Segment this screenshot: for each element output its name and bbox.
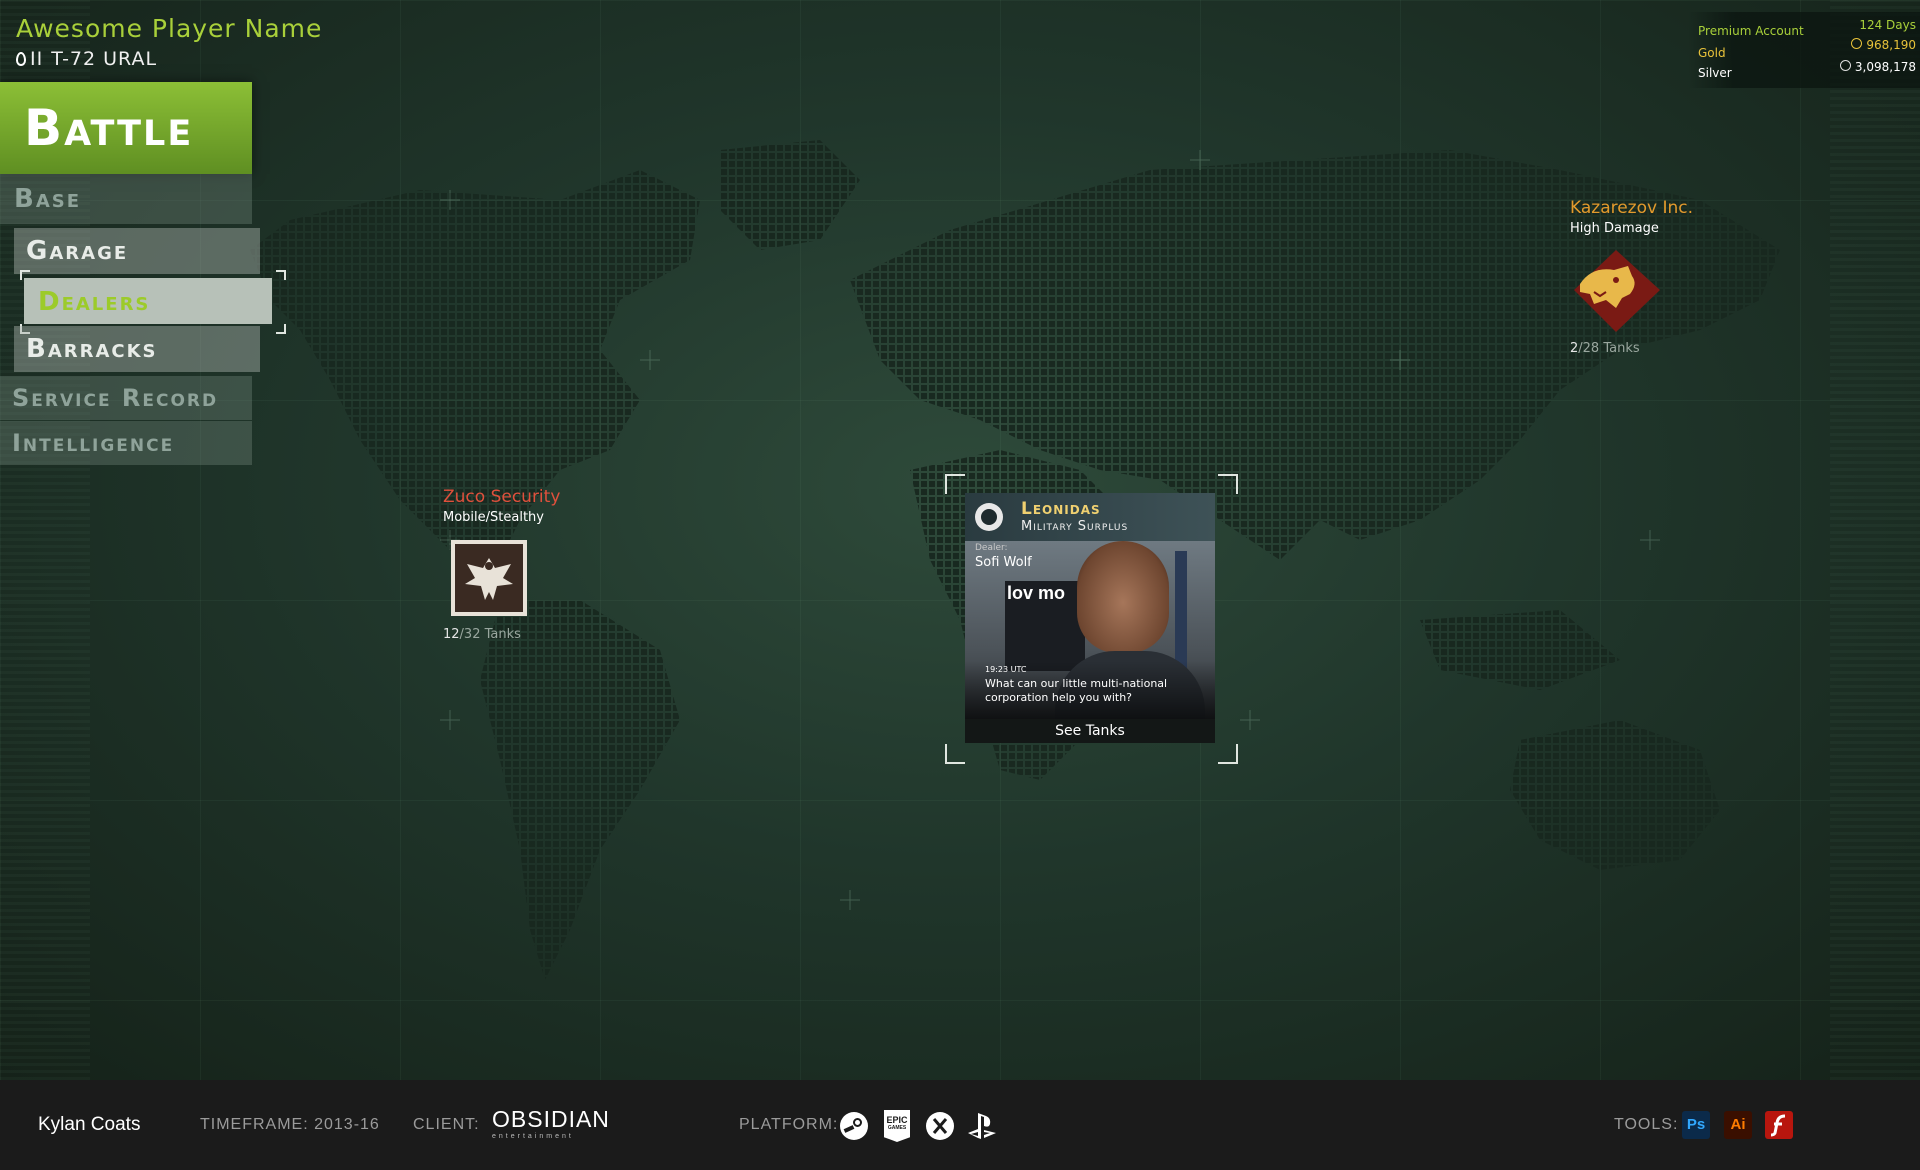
continent-australia — [1510, 720, 1720, 870]
dealer-portrait: lov mo Dealer: Sofi Wolf 19:23 UTC What … — [965, 541, 1215, 723]
portfolio-footer: Kylan Coats TIMEFRAME: 2013-16 CLIENT: O… — [0, 1080, 1920, 1170]
garage-button[interactable]: Garage — [14, 228, 260, 274]
tank-name: T-72 URAL — [51, 48, 158, 70]
focus-bracket — [945, 744, 965, 764]
client-logo: OBSIDIAN entertainment — [492, 1106, 610, 1140]
gold-amount: 968,190 — [1866, 38, 1916, 52]
bear-emblem-icon[interactable] — [1572, 248, 1662, 334]
silver-coin-icon — [1839, 60, 1851, 71]
gold-value: 968,190 — [1851, 38, 1916, 52]
battle-button[interactable]: Battle — [0, 82, 252, 174]
epic-games-icon: EPIC GAMES — [884, 1110, 910, 1142]
client-logo-subtext: entertainment — [492, 1133, 574, 1140]
timeframe: TIMEFRAME: 2013-16 — [200, 1116, 380, 1133]
gold-coin-icon — [1851, 38, 1863, 49]
player-name: Awesome Player Name — [16, 14, 323, 43]
client-label: CLIENT: — [413, 1116, 480, 1133]
xbox-icon — [926, 1112, 954, 1140]
game-screen: Awesome Player Name II T-72 URAL Battle … — [0, 0, 1920, 1080]
focus-bracket — [1218, 744, 1238, 764]
platform-label: PLATFORM: — [739, 1116, 839, 1133]
dealers-button[interactable]: Dealers — [24, 278, 272, 324]
continent-greenland — [720, 140, 860, 250]
eagle-emblem-icon[interactable] — [451, 540, 527, 616]
dealer-tank-count: 2/28 Tanks — [1570, 341, 1640, 356]
see-tanks-button[interactable]: See Tanks — [965, 719, 1215, 743]
dealer-company-subtitle: Military Surplus — [1021, 519, 1129, 534]
author-name: Kylan Coats — [38, 1114, 141, 1135]
dealer-specialty: High Damage — [1570, 221, 1659, 236]
dealer-name: Zuco Security — [443, 487, 561, 507]
service-record-button[interactable]: Service Record — [0, 376, 252, 420]
premium-label: Premium Account — [1698, 24, 1804, 38]
steam-icon — [840, 1112, 868, 1140]
silver-amount: 3,098,178 — [1854, 60, 1916, 74]
dealer-face — [1077, 541, 1169, 653]
illustrator-icon: Ai — [1724, 1111, 1752, 1139]
base-button[interactable]: Base — [0, 174, 252, 224]
dealer-tank-count: 12/32 Tanks — [443, 627, 521, 642]
epic-games-text: EPIC — [886, 1115, 908, 1125]
world-map — [250, 140, 1780, 980]
building-sign: lov mo — [1005, 581, 1085, 671]
dealer-company-name: Leonidas — [1021, 499, 1101, 519]
silver-value: 3,098,178 — [1839, 60, 1916, 74]
photoshop-icon: Ps — [1682, 1111, 1710, 1139]
selection-bracket — [276, 324, 286, 334]
tank-tier-icon — [16, 52, 26, 66]
account-panel: Premium Account 124 Days Gold 968,190 Si… — [1688, 12, 1920, 88]
message-time: 19:23 UTC — [985, 665, 1027, 674]
premium-value: 124 Days — [1859, 18, 1916, 32]
building-sign-text: lov mo — [1007, 583, 1066, 603]
client-logo-text: OBSIDIAN — [492, 1106, 610, 1132]
tank-tier: II — [30, 48, 44, 70]
focus-bracket — [945, 474, 965, 494]
barracks-button[interactable]: Barracks — [14, 326, 260, 372]
dealer-message: What can our little multi-national corpo… — [985, 677, 1168, 704]
dealer-person-name: Sofi Wolf — [975, 555, 1032, 570]
region-indonesia — [1420, 610, 1620, 690]
dealer-card[interactable]: Leonidas Military Surplus lov mo Dealer:… — [965, 493, 1215, 743]
epic-games-subtext: GAMES — [887, 1125, 907, 1131]
dealer-name: Kazarezov Inc. — [1570, 198, 1694, 218]
flash-icon — [1765, 1111, 1793, 1139]
dealer-specialty: Mobile/Stealthy — [443, 510, 544, 525]
selection-bracket — [276, 270, 286, 280]
vehicle-info: II T-72 URAL — [16, 48, 157, 70]
leonidas-logo-icon — [975, 503, 1003, 531]
gold-label: Gold — [1698, 46, 1726, 60]
intelligence-button[interactable]: Intelligence — [0, 421, 252, 465]
silver-label: Silver — [1698, 66, 1732, 80]
continent-south-america — [480, 600, 680, 980]
focus-bracket — [1218, 474, 1238, 494]
dealer-card-header: Leonidas Military Surplus — [965, 493, 1215, 541]
dealer-label: Dealer: — [975, 543, 1008, 553]
playstation-icon — [966, 1111, 1000, 1141]
tools-label: TOOLS: — [1614, 1116, 1679, 1133]
selection-bracket — [20, 270, 30, 280]
